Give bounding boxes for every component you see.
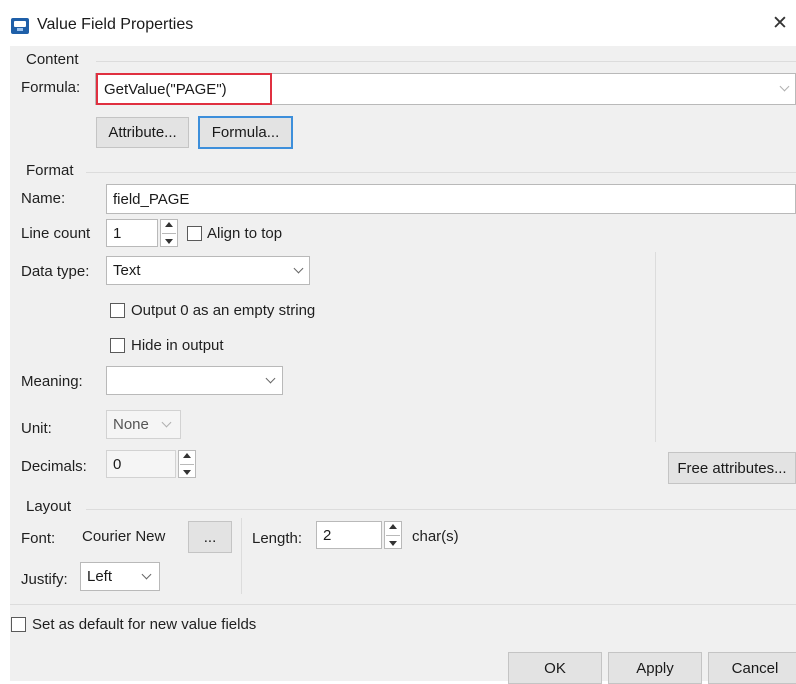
content-group-label: Content: [26, 51, 79, 68]
spin-divider: [386, 535, 400, 536]
layout-group-label: Layout: [26, 498, 72, 515]
format-group-label: Format: [26, 162, 74, 179]
spin-up-icon[interactable]: [389, 524, 397, 529]
decimals-input: 0: [106, 450, 176, 478]
set-default-checkbox[interactable]: [11, 617, 26, 632]
unit-select: None: [106, 410, 181, 439]
line-count-value: 1: [113, 224, 122, 242]
chevron-down-icon[interactable]: [141, 569, 152, 580]
layout-separator: [86, 509, 796, 510]
ok-button[interactable]: OK: [508, 652, 602, 684]
font-picker-button[interactable]: ...: [188, 521, 232, 553]
spin-down-icon[interactable]: [389, 541, 397, 546]
chevron-down-icon[interactable]: [293, 263, 304, 274]
output-zero-checkbox[interactable]: [110, 303, 125, 318]
footer-separator: [10, 604, 796, 605]
close-icon[interactable]: ✕: [772, 14, 788, 33]
formula-highlight-box: [96, 73, 272, 105]
justify-select[interactable]: Left: [80, 562, 160, 591]
length-value: 2: [323, 526, 332, 544]
unit-label: Unit:: [21, 420, 52, 437]
output-zero-label: Output 0 as an empty string: [131, 302, 316, 319]
window-title: Value Field Properties: [37, 16, 194, 33]
line-count-input[interactable]: 1: [106, 219, 158, 247]
decimals-spinner: [178, 450, 196, 478]
name-label: Name:: [21, 190, 66, 207]
chevron-down-icon: [161, 417, 172, 428]
hide-in-output-checkbox[interactable]: [110, 338, 125, 353]
font-label: Font:: [21, 530, 56, 547]
name-input[interactable]: field_PAGE: [106, 184, 796, 214]
length-input[interactable]: 2: [316, 521, 382, 549]
meaning-label: Meaning:: [21, 373, 83, 390]
line-count-label: Line count: [21, 225, 91, 242]
chevron-down-icon[interactable]: [779, 81, 790, 92]
hide-in-output-label: Hide in output: [131, 337, 224, 354]
line-count-spinner[interactable]: [160, 219, 178, 247]
spin-down-icon[interactable]: [165, 239, 173, 244]
content-separator: [96, 61, 796, 62]
font-value: Courier New: [82, 528, 166, 545]
data-type-select[interactable]: Text: [106, 256, 310, 285]
set-default-label: Set as default for new value fields: [32, 616, 257, 633]
spin-up-icon[interactable]: [165, 222, 173, 227]
justify-label: Justify:: [21, 571, 68, 588]
formula-button[interactable]: Formula...: [198, 116, 293, 149]
formula-label: Formula:: [21, 79, 81, 96]
spin-divider: [180, 464, 194, 465]
name-value: field_PAGE: [113, 190, 190, 208]
align-to-top-label: Align to top: [207, 225, 283, 242]
app-icon: [11, 18, 29, 34]
length-unit-label: char(s): [412, 528, 459, 545]
apply-button[interactable]: Apply: [608, 652, 702, 684]
decimals-value: 0: [113, 455, 122, 473]
data-type-label: Data type:: [21, 263, 90, 280]
chevron-down-icon[interactable]: [265, 373, 276, 384]
unit-value: None: [113, 416, 149, 433]
attribute-button[interactable]: Attribute...: [96, 117, 189, 148]
length-label: Length:: [252, 530, 303, 547]
layout-vertical-divider: [241, 518, 242, 594]
spin-divider: [162, 233, 176, 234]
spin-up-icon: [183, 453, 191, 458]
format-separator: [86, 172, 796, 173]
vertical-divider: [655, 252, 656, 442]
align-to-top-checkbox[interactable]: [187, 226, 202, 241]
data-type-value: Text: [113, 262, 141, 279]
free-attributes-button[interactable]: Free attributes...: [668, 452, 796, 484]
justify-value: Left: [87, 568, 113, 585]
decimals-label: Decimals:: [21, 458, 87, 475]
meaning-select[interactable]: [106, 366, 283, 395]
length-spinner[interactable]: [384, 521, 402, 549]
cancel-button[interactable]: Cancel: [708, 652, 796, 684]
spin-down-icon: [183, 470, 191, 475]
